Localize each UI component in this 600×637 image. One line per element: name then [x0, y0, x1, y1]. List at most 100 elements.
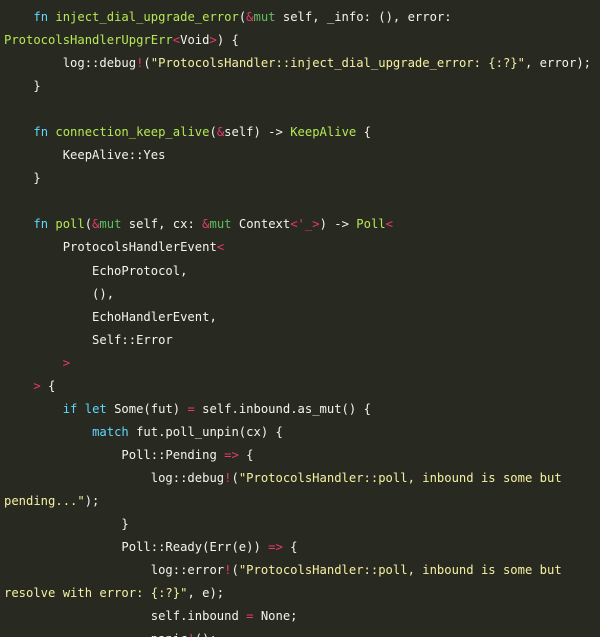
code-token: Poll::Ready(Err(e)): [4, 540, 269, 555]
code-token: match: [92, 424, 129, 439]
code-token: &: [202, 217, 210, 232]
code-token: ) ->: [319, 217, 357, 232]
code-token: {: [356, 125, 371, 140]
code-token: mut: [209, 217, 232, 232]
code-token: panic: [4, 632, 188, 637]
code-line: }: [4, 75, 596, 98]
code-token: resolve with error: {:?}": [4, 586, 188, 601]
code-token: fn: [33, 217, 56, 232]
code-token: self.inbound: [4, 609, 247, 624]
code-lines-container: fn inject_dial_upgrade_error(&mut self, …: [4, 6, 596, 637]
code-token: EchoHandlerEvent,: [4, 309, 217, 324]
code-snippet-viewer[interactable]: fn inject_dial_upgrade_error(&mut self, …: [0, 0, 600, 637]
code-token: , e);: [187, 586, 225, 601]
code-token: mut: [99, 217, 122, 232]
code-line: panic!();: [4, 628, 596, 637]
code-token: =>: [268, 540, 283, 555]
code-token: poll: [55, 217, 85, 232]
code-token: Context: [231, 217, 291, 232]
code-token: Self::Error: [4, 332, 173, 347]
code-line: pending...");: [4, 490, 596, 513]
code-token: Some(fut): [106, 401, 188, 416]
code-line: (),: [4, 283, 596, 306]
code-token: >: [33, 378, 41, 393]
code-token: <: [385, 217, 393, 232]
code-token: self, cx:: [121, 217, 203, 232]
code-line: EchoProtocol,: [4, 260, 596, 283]
code-line: log::error!("ProtocolsHandler::poll, inb…: [4, 559, 596, 582]
code-token: <: [172, 33, 181, 48]
code-line: ProtocolsHandlerUpgrErr<Void>) {: [4, 29, 596, 52]
code-line: match fut.poll_unpin(cx) {: [4, 421, 596, 444]
code-token: log::debug: [4, 470, 225, 485]
code-token: "ProtocolsHandler::inject_dial_upgrade_e…: [150, 56, 525, 71]
code-token: inject_dial_upgrade_error: [55, 10, 239, 24]
code-line: >: [4, 352, 596, 375]
code-token: <'_>: [290, 217, 320, 232]
code-token: );: [84, 493, 100, 508]
code-token: }: [4, 79, 41, 94]
code-token: KeepAlive: [290, 125, 357, 140]
code-token: self.inbound.as_mut() {: [194, 401, 371, 416]
code-line: self.inbound = None;: [4, 605, 596, 628]
code-token: {: [40, 378, 56, 393]
code-token: pending...": [4, 493, 85, 508]
code-token: (: [231, 563, 239, 578]
code-token: >: [62, 355, 71, 370]
code-token: EchoProtocol,: [4, 263, 188, 278]
code-token: None;: [253, 609, 298, 624]
code-token: {: [238, 447, 254, 462]
code-token: Poll::Pending: [4, 447, 225, 462]
code-token: Void: [180, 33, 210, 48]
code-token: if: [62, 401, 78, 416]
code-line: resolve with error: {:?}", e);: [4, 582, 596, 605]
code-token: ProtocolsHandlerEvent: [4, 240, 217, 255]
code-token: connection_keep_alive: [55, 125, 210, 140]
code-token: =: [187, 401, 195, 416]
code-token: }: [4, 517, 129, 532]
code-token: , error);: [524, 56, 592, 71]
code-line: KeepAlive::Yes: [4, 144, 596, 167]
code-token: {: [282, 540, 298, 555]
code-token: "ProtocolsHandler::poll, inbound is some…: [238, 563, 562, 578]
code-token: fn: [33, 125, 56, 140]
code-token: log::error: [4, 563, 225, 578]
code-token: =>: [224, 447, 239, 462]
code-token: (: [143, 56, 151, 71]
code-line: if let Some(fut) = self.inbound.as_mut()…: [4, 398, 596, 421]
code-line: Poll::Pending => {: [4, 444, 596, 467]
code-token: (: [84, 217, 93, 232]
code-line: log::debug!("ProtocolsHandler::inject_di…: [4, 52, 596, 75]
code-token: mut: [253, 10, 276, 24]
code-line: ProtocolsHandlerEvent<: [4, 236, 596, 259]
code-token: (: [209, 125, 217, 140]
code-token: <: [216, 240, 225, 255]
code-line: }: [4, 167, 596, 190]
code-token: }: [4, 171, 41, 186]
code-token: >: [209, 33, 217, 48]
code-token: self) ->: [224, 125, 291, 140]
code-token: log::debug: [4, 56, 137, 71]
code-line: log::debug!("ProtocolsHandler::poll, inb…: [4, 467, 596, 490]
code-line: fn connection_keep_alive(&self) -> KeepA…: [4, 121, 596, 144]
code-line: Poll::Ready(Err(e)) => {: [4, 536, 596, 559]
code-line: fn inject_dial_upgrade_error(&mut self, …: [4, 6, 596, 29]
code-token: ProtocolsHandlerUpgrErr: [4, 33, 173, 48]
code-line: EchoHandlerEvent,: [4, 306, 596, 329]
code-token: KeepAlive::Yes: [4, 148, 166, 163]
code-token: &: [246, 10, 254, 24]
code-token: "ProtocolsHandler::poll, inbound is some…: [238, 470, 562, 485]
code-token: !: [187, 632, 194, 637]
code-line: }: [4, 513, 596, 536]
code-token: (: [231, 470, 239, 485]
code-line: fn poll(&mut self, cx: &mut Context<'_>)…: [4, 213, 596, 236]
code-token: ();: [195, 632, 217, 637]
code-token: fn: [33, 10, 56, 24]
code-line: > {: [4, 375, 596, 398]
